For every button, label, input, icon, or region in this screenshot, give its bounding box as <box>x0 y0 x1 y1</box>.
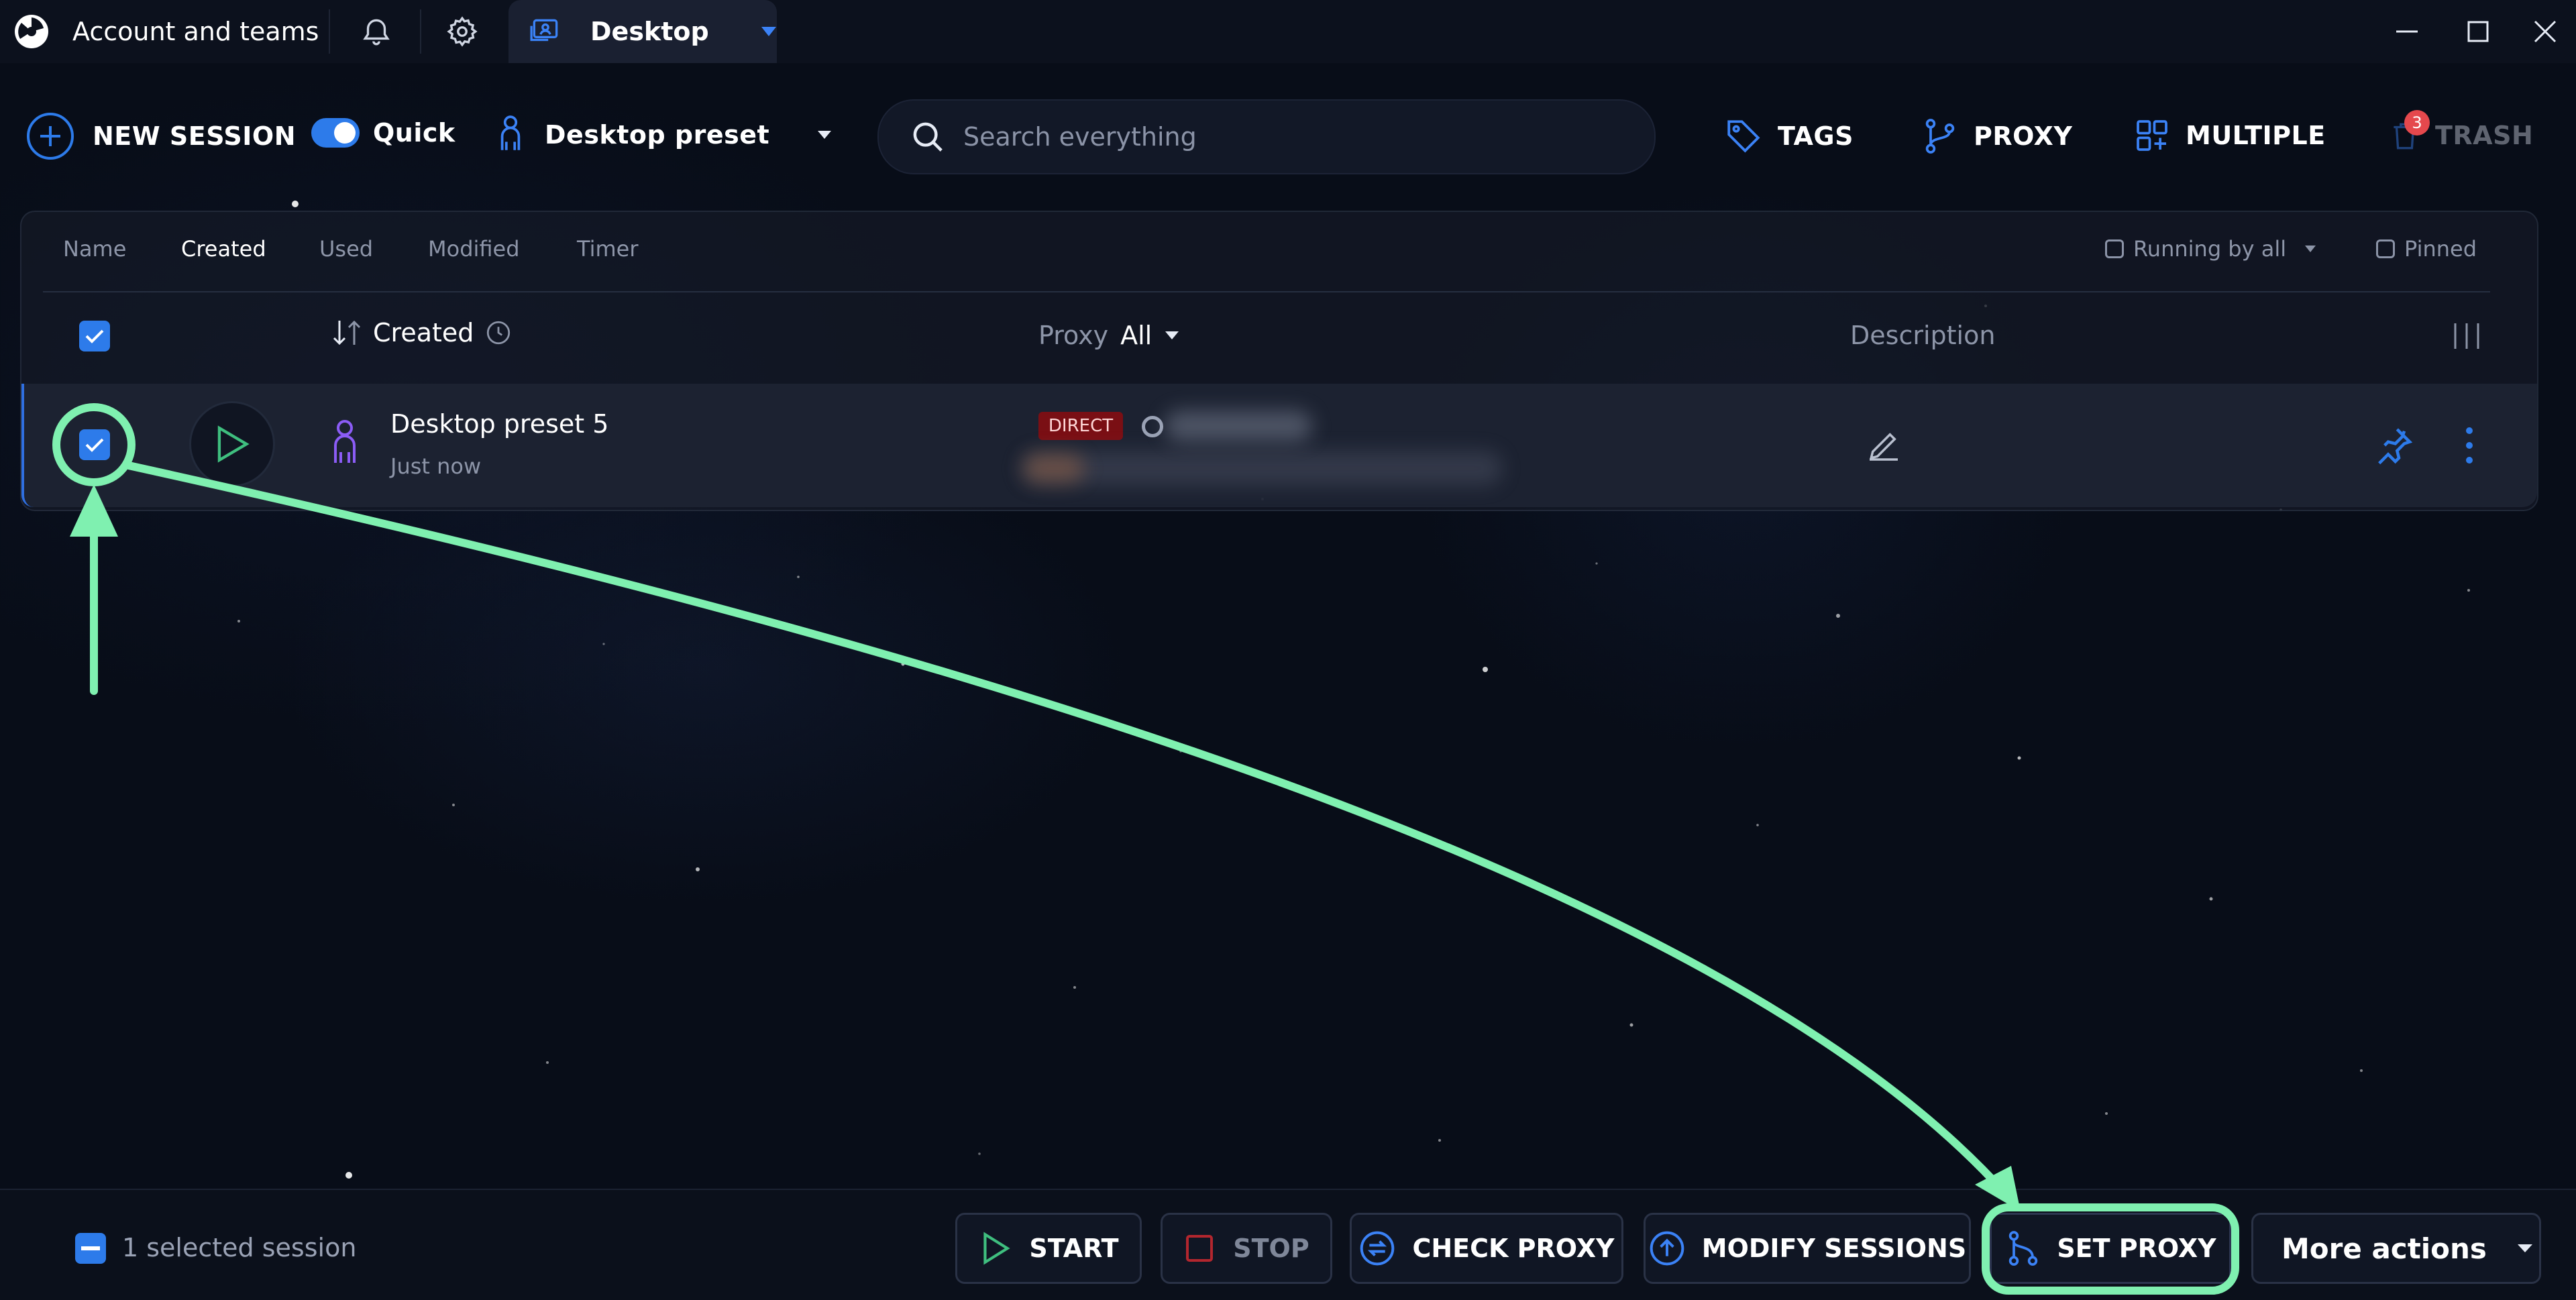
highlight-circle <box>52 403 136 486</box>
tutorial-annotation-overlay <box>52 403 2239 1295</box>
curved-arrow-path <box>125 462 2010 1198</box>
highlight-box <box>1982 1203 2239 1295</box>
pointer-arrow-head <box>70 484 118 537</box>
